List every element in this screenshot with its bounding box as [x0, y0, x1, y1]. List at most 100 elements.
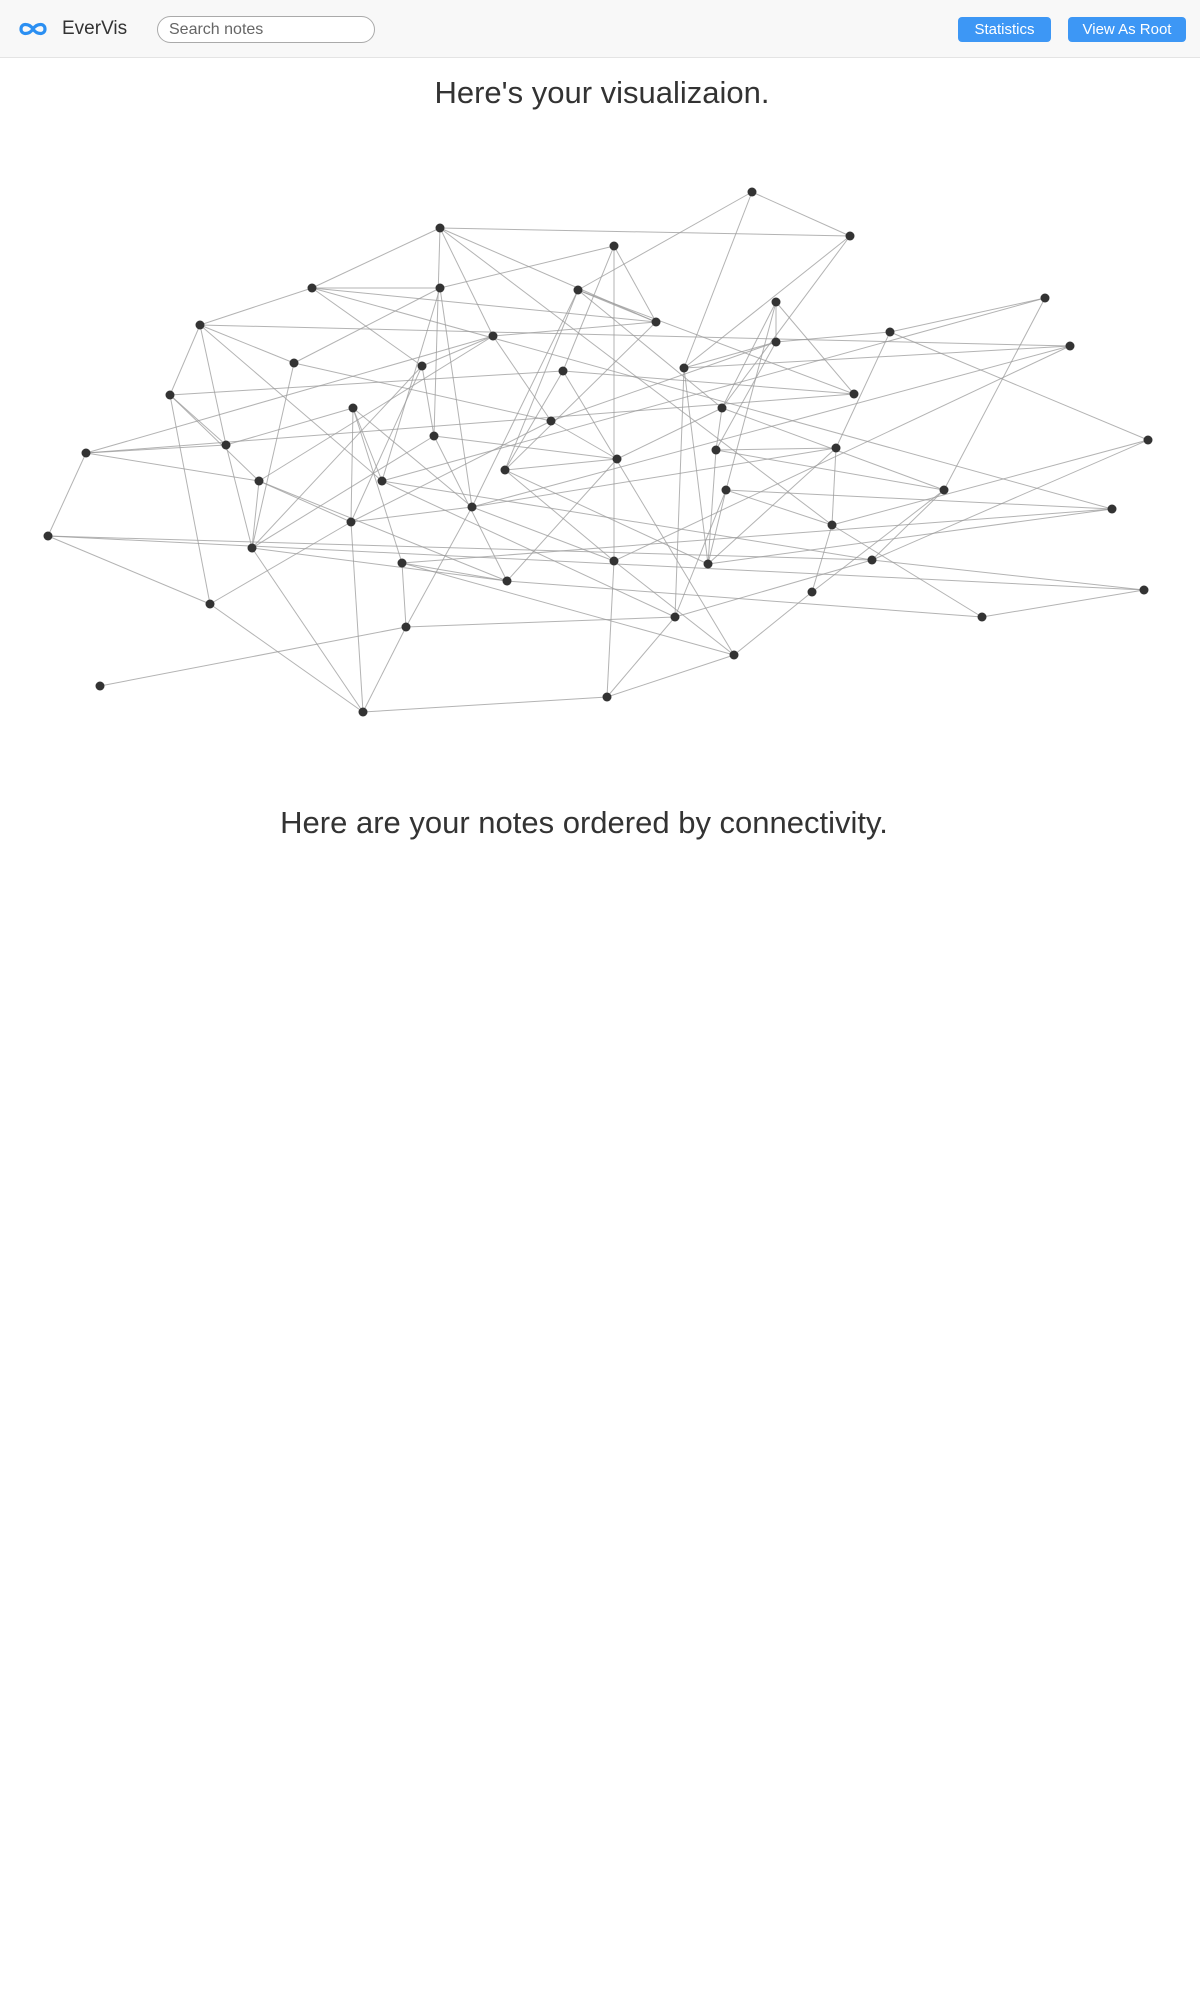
graph-node[interactable] — [679, 363, 689, 373]
graph-edge — [251, 362, 295, 549]
notes-heading: Here are your notes ordered by connectiv… — [280, 805, 888, 840]
graph-node[interactable] — [612, 454, 622, 464]
graph-node[interactable] — [711, 445, 721, 455]
graph-node[interactable] — [1065, 341, 1075, 351]
graph-edge — [352, 407, 403, 564]
graph-edge — [831, 439, 1149, 526]
graph-node[interactable] — [747, 187, 757, 197]
graph-node[interactable] — [307, 283, 317, 293]
graph-edge — [683, 345, 1071, 369]
graph-node[interactable] — [1143, 435, 1153, 445]
graph-node[interactable] — [435, 223, 445, 233]
graph-edge — [47, 535, 211, 605]
graph-node[interactable] — [609, 241, 619, 251]
graph-node[interactable] — [500, 465, 510, 475]
graph-node[interactable] — [247, 543, 257, 553]
graph-edge — [362, 626, 407, 713]
graph-node[interactable] — [827, 520, 837, 530]
graph-edge — [616, 407, 723, 460]
graph-edge — [715, 447, 837, 451]
graph-node[interactable] — [95, 681, 105, 691]
graph-node[interactable] — [771, 337, 781, 347]
statistics-button[interactable]: Statistics — [958, 17, 1051, 42]
graph-node[interactable] — [165, 390, 175, 400]
graph-node[interactable] — [849, 389, 859, 399]
graph-node[interactable] — [885, 327, 895, 337]
graph-edge — [350, 521, 364, 713]
graph-edge — [209, 521, 352, 605]
graph-edge — [504, 458, 618, 471]
graph-edge — [209, 603, 364, 713]
view-as-root-button[interactable]: View As Root — [1068, 17, 1186, 42]
graph-node[interactable] — [429, 431, 439, 441]
graph-edge — [251, 547, 364, 713]
graph-node[interactable] — [939, 485, 949, 495]
graph-node[interactable] — [1107, 504, 1117, 514]
graph-node[interactable] — [867, 555, 877, 565]
graph-node[interactable] — [729, 650, 739, 660]
graph-node[interactable] — [573, 285, 583, 295]
graph-edge — [674, 367, 685, 618]
graph-edge — [613, 345, 1071, 562]
graph-edge — [99, 626, 407, 687]
graph-node[interactable] — [289, 358, 299, 368]
graph-edge — [199, 324, 295, 364]
graph-node[interactable] — [401, 622, 411, 632]
graph-node[interactable] — [467, 502, 477, 512]
graph-edge — [251, 547, 508, 582]
graph-edge — [350, 407, 354, 523]
graph-node[interactable] — [221, 440, 231, 450]
graph-node[interactable] — [254, 476, 264, 486]
graph-node[interactable] — [377, 476, 387, 486]
search-input[interactable] — [157, 16, 375, 43]
graph-edge — [199, 287, 313, 326]
graph-node[interactable] — [546, 416, 556, 426]
graph-node[interactable] — [977, 612, 987, 622]
graph-edge — [311, 287, 423, 367]
graph-edge — [433, 227, 441, 437]
note-graph[interactable] — [0, 150, 1200, 740]
graph-node[interactable] — [488, 331, 498, 341]
graph-node[interactable] — [703, 559, 713, 569]
graph-node[interactable] — [717, 403, 727, 413]
graph-node[interactable] — [602, 692, 612, 702]
graph-edge — [251, 365, 423, 549]
graph-node[interactable] — [397, 558, 407, 568]
graph-edge — [889, 297, 1046, 333]
graph-node[interactable] — [43, 531, 53, 541]
graph-node[interactable] — [417, 361, 427, 371]
graph-edge — [405, 616, 676, 628]
brand[interactable]: EverVis — [17, 17, 127, 41]
graph-node[interactable] — [81, 448, 91, 458]
graph-edge — [707, 508, 1113, 565]
graph-edge — [199, 324, 383, 482]
graph-node[interactable] — [558, 366, 568, 376]
graph-edge — [225, 444, 253, 549]
graph-edge — [421, 335, 494, 367]
graph-node[interactable] — [435, 283, 445, 293]
graph-node[interactable] — [651, 317, 661, 327]
graph-node[interactable] — [609, 556, 619, 566]
graph-node[interactable] — [807, 587, 817, 597]
graph-node[interactable] — [831, 443, 841, 453]
graph-node[interactable] — [771, 297, 781, 307]
graph-node[interactable] — [348, 403, 358, 413]
graph-node[interactable] — [1139, 585, 1149, 595]
graph-node[interactable] — [502, 576, 512, 586]
graph-edge — [47, 452, 87, 537]
graph-node[interactable] — [205, 599, 215, 609]
graph-node[interactable] — [670, 612, 680, 622]
graph-node[interactable] — [195, 320, 205, 330]
graph-node[interactable] — [358, 707, 368, 717]
graph-edge — [258, 480, 508, 582]
graph-edge — [831, 447, 837, 526]
graph-node[interactable] — [721, 485, 731, 495]
graph-node[interactable] — [1040, 293, 1050, 303]
graph-edge — [169, 370, 564, 396]
graph-edge — [401, 508, 1113, 564]
graph-edge — [506, 458, 618, 582]
graph-edge — [439, 227, 851, 237]
graph-node[interactable] — [845, 231, 855, 241]
graph-node[interactable] — [346, 517, 356, 527]
graph-edge — [871, 439, 1149, 561]
